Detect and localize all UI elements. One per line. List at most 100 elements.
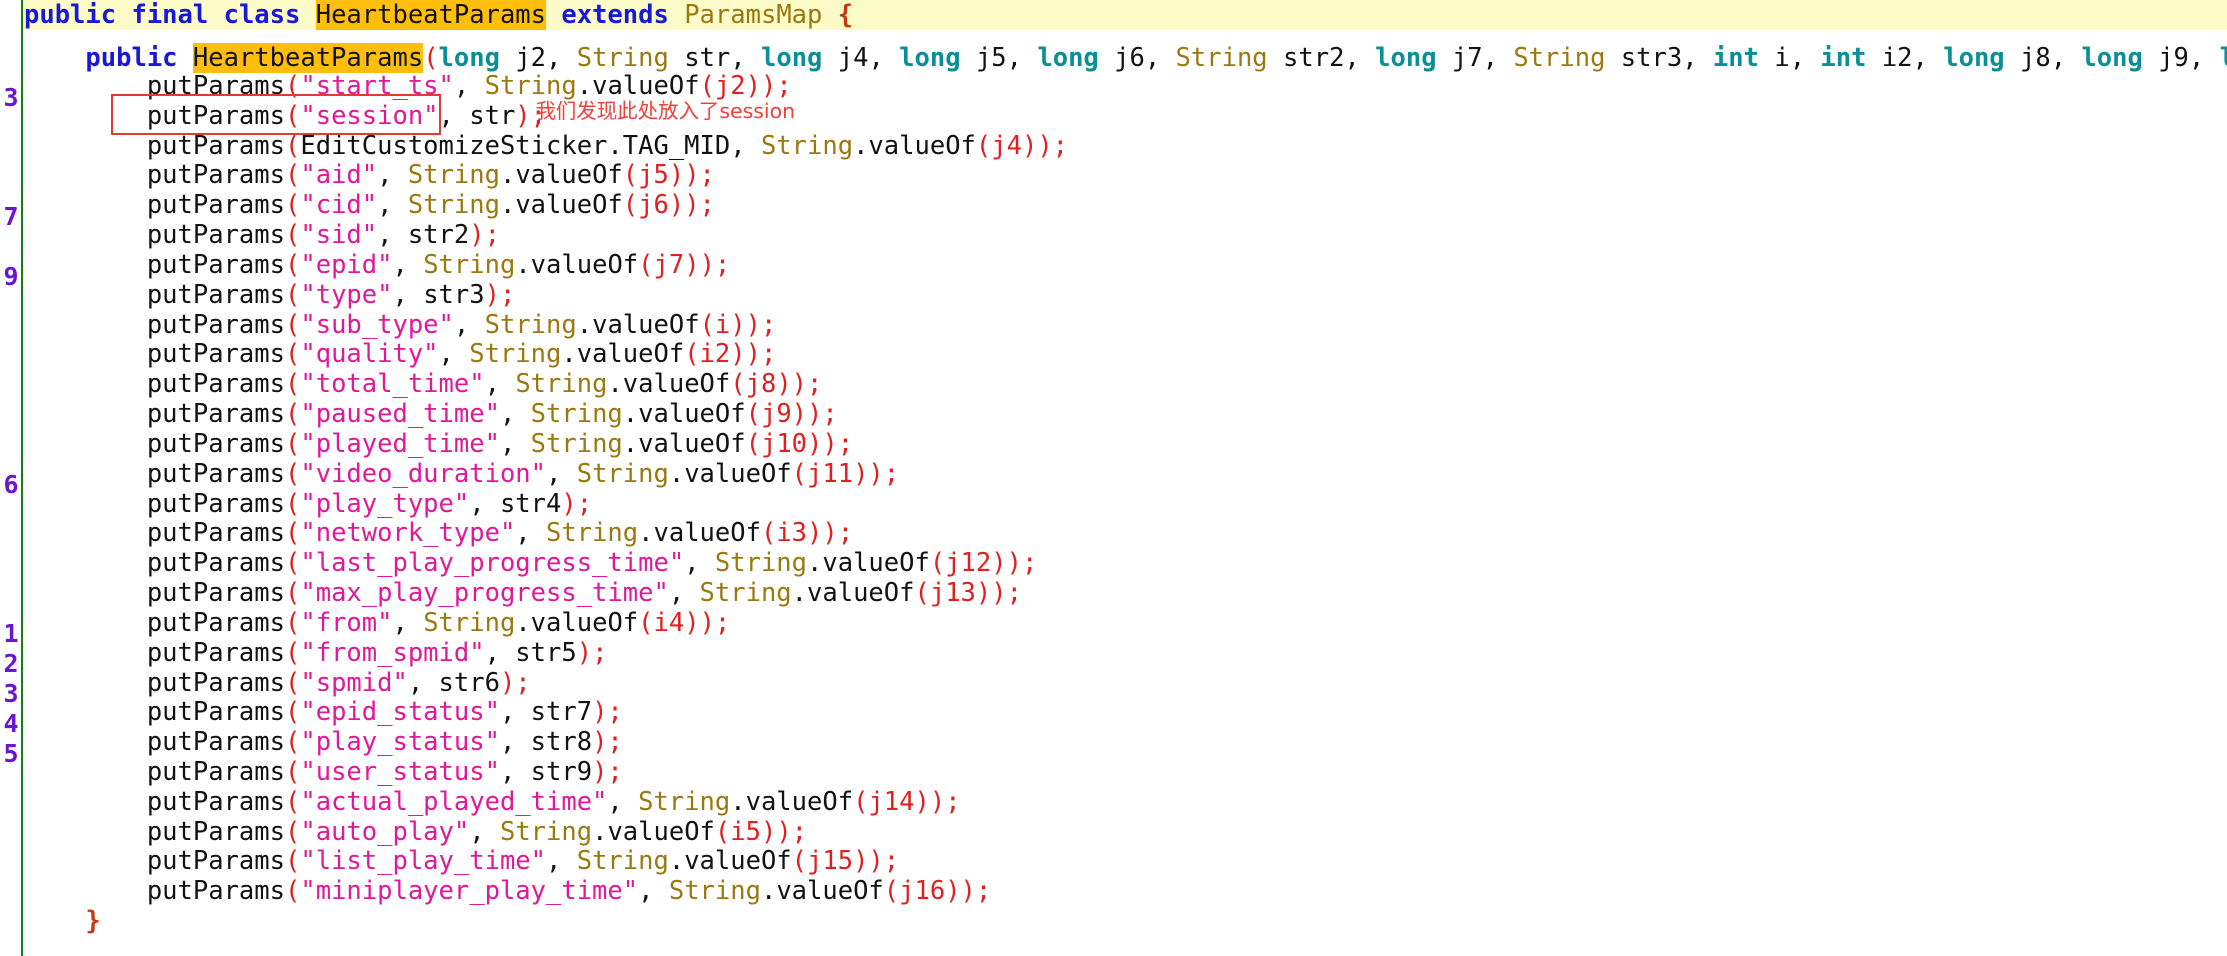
- code-token: String: [484, 71, 577, 101]
- code-token: long: [438, 42, 500, 73]
- code-token: putParams: [24, 458, 285, 489]
- code-token: String: [668, 876, 761, 907]
- code-line[interactable]: putParams("quality", String.valueOf(i2))…: [24, 339, 2227, 369]
- code-token: putParams: [24, 339, 285, 370]
- code-token: );: [592, 757, 623, 787]
- code-line[interactable]: putParams("miniplayer_play_time", String…: [24, 876, 2227, 906]
- code-token: .valueOf: [607, 369, 731, 400]
- code-token: );: [484, 279, 516, 310]
- code-line[interactable]: putParams("type", str3);: [24, 280, 2227, 310]
- code-token: putParams: [24, 249, 285, 280]
- code-line[interactable]: public HeartbeatParams(long j2, String s…: [24, 42, 2227, 73]
- code-line[interactable]: public final class HeartbeatParams exten…: [24, 0, 2227, 30]
- code-token: (: [285, 71, 301, 101]
- code-token: (: [285, 816, 301, 847]
- code-token: );: [561, 488, 593, 519]
- code-token: , str9: [499, 757, 593, 787]
- line-number: 9: [3, 261, 18, 291]
- code-line[interactable]: putParams("auto_play", String.valueOf(i5…: [24, 817, 2227, 847]
- code-token: .valueOf: [561, 339, 685, 370]
- code-token: String: [699, 578, 792, 609]
- code-token: ,: [684, 548, 715, 579]
- code-line[interactable]: putParams("actual_played_time", String.v…: [24, 787, 2227, 817]
- code-token: long: [899, 42, 961, 73]
- code-token: "actual_played_time": [300, 786, 608, 817]
- code-line[interactable]: putParams("start_ts", String.valueOf(j2)…: [24, 71, 2227, 101]
- code-token: "network_type": [300, 518, 516, 549]
- code-token: "play_status": [300, 727, 500, 758]
- code-token: "last_play_progress_time": [300, 548, 685, 579]
- code-line[interactable]: putParams("aid", String.valueOf(j5));: [24, 160, 2227, 190]
- code-token: (: [285, 876, 301, 907]
- code-token: (: [285, 727, 301, 758]
- code-line[interactable]: putParams("play_type", str4);: [24, 489, 2227, 519]
- code-line[interactable]: putParams("cid", String.valueOf(j6));: [24, 190, 2227, 220]
- code-line[interactable]: putParams("spmid", str6);: [24, 668, 2227, 698]
- code-token: long: [2081, 42, 2143, 73]
- code-token: );: [576, 637, 608, 668]
- code-line[interactable]: putParams("paused_time", String.valueOf(…: [24, 399, 2227, 429]
- code-line[interactable]: putParams("sub_type", String.valueOf(i))…: [24, 310, 2227, 340]
- code-token: "miniplayer_play_time": [300, 876, 639, 907]
- code-token: j8,: [2004, 42, 2082, 73]
- line-number: 3: [3, 679, 18, 709]
- code-line[interactable]: }: [24, 906, 2227, 936]
- session-annotation-label: 我们发现此处放入了session: [535, 99, 796, 124]
- code-line[interactable]: putParams("user_status", str9);: [24, 757, 2227, 787]
- code-token: public: [24, 0, 132, 30]
- code-surface[interactable]: public final class HeartbeatParams exten…: [24, 0, 2227, 956]
- code-line[interactable]: putParams("played_time", String.valueOf(…: [24, 429, 2227, 459]
- code-token: (j11));: [791, 458, 900, 489]
- code-token: (: [285, 220, 301, 251]
- code-token: ,: [730, 130, 761, 161]
- code-token: "sid": [300, 220, 378, 251]
- code-line[interactable]: putParams("total_time", String.valueOf(j…: [24, 369, 2227, 399]
- code-token: j7,: [1436, 42, 1514, 73]
- code-line[interactable]: putParams("network_type", String.valueOf…: [24, 518, 2227, 548]
- code-line[interactable]: putParams(EditCustomizeSticker.TAG_MID, …: [24, 131, 2227, 161]
- code-line[interactable]: putParams("list_play_time", String.value…: [24, 846, 2227, 876]
- code-line[interactable]: putParams("epid_status", str7);: [24, 697, 2227, 727]
- code-token: HeartbeatParams: [192, 42, 424, 73]
- code-token: j6,: [1098, 42, 1176, 73]
- code-token: "session": [300, 100, 439, 131]
- code-token: (: [285, 607, 301, 638]
- code-line[interactable]: putParams("from_spmid", str5);: [24, 638, 2227, 668]
- code-token: (j10));: [745, 428, 854, 459]
- code-line[interactable]: putParams("last_play_progress_time", Str…: [24, 548, 2227, 578]
- code-token: .valueOf: [668, 846, 792, 877]
- code-token: putParams: [24, 428, 285, 459]
- code-token: String: [576, 42, 669, 73]
- code-token: (i4));: [638, 607, 731, 638]
- code-token: String: [714, 548, 808, 579]
- code-token: .valueOf: [622, 428, 746, 459]
- code-token: (: [285, 249, 301, 280]
- line-number-gutter: 379612345: [0, 0, 22, 956]
- code-line[interactable]: putParams("session", str);: [24, 101, 2227, 131]
- code-token: (: [285, 369, 301, 400]
- code-token: .valueOf: [576, 309, 700, 340]
- code-token: "paused_time": [300, 399, 500, 430]
- code-token: (: [285, 458, 301, 489]
- code-line[interactable]: putParams("sid", str2);: [24, 220, 2227, 250]
- code-token: (j7));: [638, 249, 731, 280]
- code-token: "spmid": [300, 667, 408, 698]
- code-token: ,: [607, 786, 639, 817]
- code-line[interactable]: putParams("epid", String.valueOf(j7));: [24, 250, 2227, 280]
- code-token: class: [223, 0, 316, 30]
- code-token: putParams: [24, 727, 285, 758]
- code-token: ,: [515, 518, 547, 549]
- code-line[interactable]: putParams("play_status", str8);: [24, 727, 2227, 757]
- code-token: (j13));: [914, 578, 1022, 609]
- code-line[interactable]: putParams("video_duration", String.value…: [24, 459, 2227, 489]
- code-token: long: [1943, 42, 2005, 73]
- code-token: (: [285, 428, 301, 459]
- code-token: (i3));: [760, 518, 854, 549]
- code-line[interactable]: putParams("max_play_progress_time", Stri…: [24, 578, 2227, 608]
- code-viewer: 379612345 public final class HeartbeatPa…: [0, 0, 2227, 956]
- code-token: ,: [392, 607, 424, 638]
- code-line[interactable]: putParams("from", String.valueOf(i4));: [24, 608, 2227, 638]
- code-token: ParamsMap: [684, 0, 838, 30]
- code-token: HeartbeatParams: [315, 0, 547, 30]
